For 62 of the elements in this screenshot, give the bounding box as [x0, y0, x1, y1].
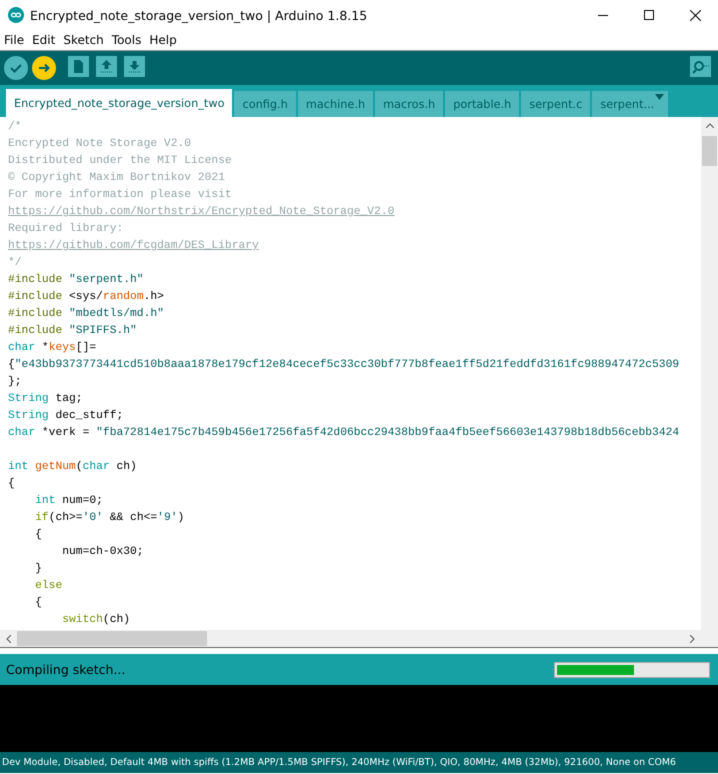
- code-line: int getNum(char ch): [8, 460, 137, 475]
- file-tab[interactable]: serpent...: [592, 91, 668, 117]
- upload-button[interactable]: [32, 56, 56, 80]
- menu-item[interactable]: Edit: [28, 33, 60, 47]
- code-line: if(ch>='0' && ch<='9'): [34, 510, 184, 526]
- horizontal-scrollbar[interactable]: [0, 630, 718, 648]
- code-line: {: [8, 476, 15, 492]
- code-line: {: [34, 596, 42, 611]
- code-line: {"e43bb9373773441cd510b8aaa1878e179cf12e84cecef5c33cc30bf777b8feae1ff5d21feddfd3161fc988947472c5309: [8, 358, 680, 373]
- url-link[interactable]: https://github.com/fcgdam/DES_Library: [8, 238, 259, 255]
- file-tab[interactable]: portable.h: [445, 91, 520, 117]
- scroll-right-icon[interactable]: [690, 634, 695, 642]
- menu-item[interactable]: Tools: [108, 33, 146, 47]
- scroll-thumb[interactable]: [17, 631, 207, 646]
- code-line: char *verk = "fba72814e175c7b459b456e17256fa5f42d06bcc29438bb9faa4fb5eef56603e143798b18db56cebb3424: [8, 426, 680, 441]
- dropdown-caret-icon[interactable]: [655, 94, 664, 100]
- file-tab[interactable]: serpent.c: [521, 91, 590, 117]
- code-line: #include <sys/random.h>: [8, 290, 164, 305]
- maximize-icon: [644, 10, 654, 20]
- new-file-button[interactable]: [68, 56, 92, 80]
- code-line: #include "mbedtls/md.h": [8, 306, 164, 322]
- file-tab[interactable]: macros.h: [375, 91, 444, 117]
- code-line: Required library:: [8, 222, 124, 237]
- code-line: }: [34, 562, 42, 577]
- code-line: #include "serpent.h": [8, 272, 144, 288]
- code-line: */: [8, 256, 22, 271]
- scroll-left-icon[interactable]: [6, 634, 11, 642]
- code-line: char *keys[]=: [8, 340, 96, 356]
- code-line: Encrypted Note Storage V2.0: [8, 136, 192, 152]
- file-tab[interactable]: Encrypted_note_storage_version_two: [6, 89, 232, 117]
- code-line: String tag;: [8, 392, 83, 407]
- save-button[interactable]: [124, 56, 148, 80]
- code-line: /*: [8, 120, 22, 135]
- menu-item[interactable]: Help: [145, 33, 181, 47]
- code-line: num=ch-0x30;: [61, 544, 144, 560]
- close-icon: [690, 10, 700, 20]
- scroll-thumb[interactable]: [702, 136, 717, 166]
- file-tab[interactable]: config.h: [234, 91, 296, 117]
- code-line: For more information please visit: [8, 188, 232, 203]
- file-tab[interactable]: machine.h: [298, 91, 374, 117]
- menu-item[interactable]: File: [0, 33, 28, 47]
- board-info: Dev Module, Disabled, Default 4MB with spiffs (1.2MB APP/1.5MB SPIFFS), 240MHz (WiFi/BT), QIO, 80MHz, 4MB (32Mb), 921600, None on COM6: [0, 752, 718, 773]
- code-line: String dec_stuff;: [8, 408, 124, 424]
- code-line: int num=0;: [34, 494, 103, 509]
- open-button[interactable]: [96, 56, 120, 80]
- status-message: Compiling sketch...: [6, 662, 126, 677]
- scroll-up-icon[interactable]: [706, 123, 714, 128]
- menu-item[interactable]: Sketch: [59, 33, 108, 47]
- code-line: Distributed under the MIT License: [8, 154, 232, 169]
- code-line: switch(ch): [61, 612, 130, 628]
- code-line: };: [8, 374, 22, 390]
- app-icon: [8, 7, 24, 23]
- vertical-scrollbar[interactable]: [701, 117, 718, 630]
- code-line: else: [34, 578, 62, 594]
- code-line: #include "SPIFFS.h": [8, 324, 137, 339]
- window-title: Encrypted_note_storage_version_two | Arduino 1.8.15: [30, 8, 368, 22]
- minimize-icon: [598, 14, 608, 16]
- serial-monitor-button[interactable]: [690, 56, 714, 80]
- code-line: © Copyright Maxim Bortnikov 2021: [8, 170, 225, 186]
- url-link[interactable]: https://github.com/Northstrix/Encrypted_Note_Storage_V2.0: [8, 204, 394, 221]
- verify-button[interactable]: [4, 56, 28, 80]
- code-line: {: [34, 528, 42, 543]
